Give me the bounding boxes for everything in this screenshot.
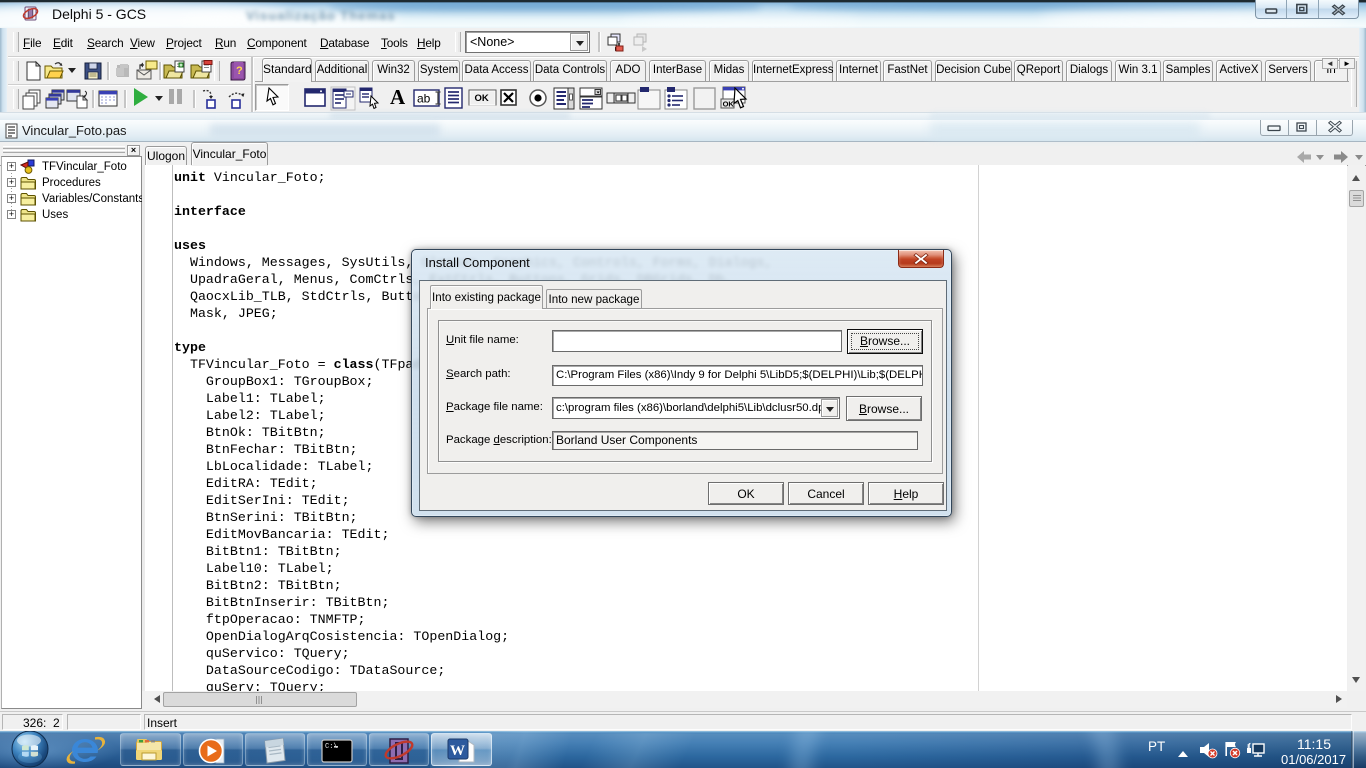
svg-text:W: W [450,743,465,759]
svg-text:?: ? [236,65,243,77]
svg-text:OK: OK [475,93,489,104]
svg-text:ab: ab [417,92,431,106]
